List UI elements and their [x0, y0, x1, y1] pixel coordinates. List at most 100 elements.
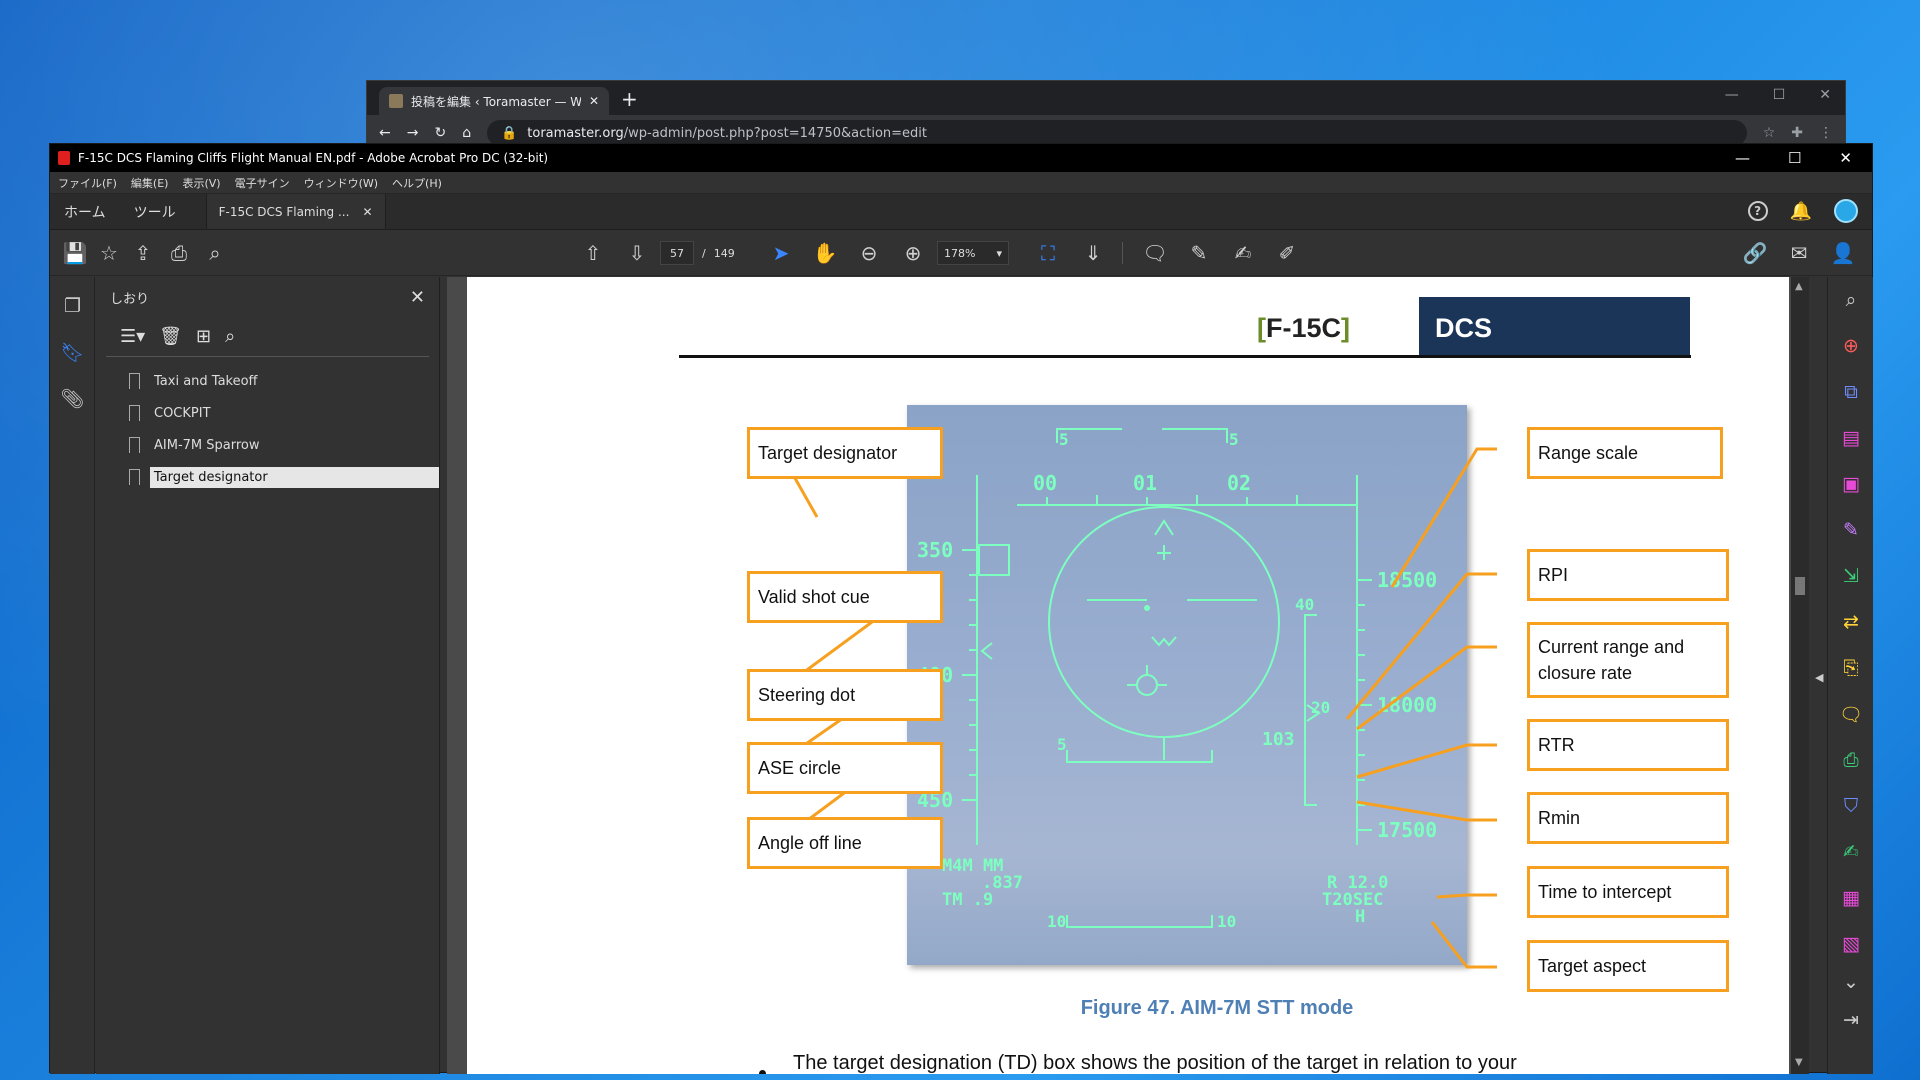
bookmark-list: Taxi and Takeoff COCKPIT AIM-7M Sparrow …: [96, 357, 439, 493]
fill-sign-icon[interactable]: ✎: [1828, 507, 1874, 553]
avatar[interactable]: [1834, 199, 1858, 223]
header-model: [F-15C]: [1257, 313, 1351, 343]
zoom-in-icon[interactable]: ⊕: [900, 240, 926, 266]
comment-icon[interactable]: 🗨: [1142, 240, 1168, 266]
create-pdf-icon[interactable]: ⊕: [1828, 323, 1874, 369]
forward-icon[interactable]: →: [407, 125, 419, 141]
browser-tab-title: 投稿を編集 ‹ Toramaster — Word: [411, 94, 581, 109]
organize-pages-icon[interactable]: ▤: [1828, 415, 1874, 461]
close-icon[interactable]: ✕: [1819, 87, 1831, 103]
options-menu-icon[interactable]: ☰▾: [120, 326, 145, 347]
highlight-pen-icon[interactable]: ✎: [1186, 240, 1212, 266]
mail-icon[interactable]: ✉: [1786, 240, 1812, 266]
close-icon[interactable]: ✕: [363, 205, 373, 219]
browser-tab[interactable]: 投稿を編集 ‹ Toramaster — Word ✕: [379, 87, 609, 115]
menu-esign[interactable]: 電子サイン: [235, 175, 290, 191]
collapse-right-panel-icon[interactable]: ◀: [1815, 671, 1823, 684]
scroll-thumb[interactable]: [1795, 577, 1805, 595]
edit-text-icon[interactable]: ✐: [1274, 240, 1300, 266]
add-user-icon[interactable]: 👤: [1830, 240, 1856, 266]
attachment-icon[interactable]: 📎︎: [50, 375, 95, 421]
bookmark-item[interactable]: COCKPIT: [96, 397, 439, 429]
figure-caption: Figure 47. AIM-7M STT mode: [1080, 997, 1354, 1019]
zoom-search-icon[interactable]: ⌕: [1828, 277, 1874, 323]
bookmarks-panel: しおり ✕ ☰▾ 🗑︎ ⊞ ⌕ Taxi and Takeoff COCKPIT…: [96, 277, 440, 1074]
prepare-form-icon[interactable]: ▦: [1828, 875, 1874, 921]
navigation-rail: ❐ 🔖︎ 📎︎: [50, 277, 95, 1074]
comment-icon[interactable]: 🗨: [1828, 691, 1874, 737]
maximize-icon[interactable]: ☐: [1788, 149, 1801, 167]
edit-pdf-icon[interactable]: ▣: [1828, 461, 1874, 507]
minimize-icon[interactable]: —: [1725, 87, 1739, 103]
upload-cloud-icon[interactable]: ⇪: [130, 240, 156, 266]
tab-home[interactable]: ホーム: [50, 194, 120, 229]
bell-icon[interactable]: 🔔: [1790, 201, 1812, 222]
scan-ocr-icon[interactable]: ⎙: [1828, 737, 1874, 783]
home-icon[interactable]: ⌂: [462, 125, 471, 141]
tab-tools[interactable]: ツール: [120, 194, 190, 229]
bookmark-label: COCKPIT: [154, 405, 211, 421]
search-icon[interactable]: ⌕: [202, 240, 228, 266]
maximize-icon[interactable]: ☐: [1773, 87, 1786, 103]
tab-document[interactable]: F-15C DCS Flaming ... ✕: [205, 194, 386, 229]
request-signature-icon[interactable]: ✍: [1828, 829, 1874, 875]
help-icon[interactable]: ?: [1747, 201, 1768, 221]
acrobat-window: F-15C DCS Flaming Cliffs Flight Manual E…: [49, 143, 1874, 1074]
hud-rpi-40: 40: [1295, 595, 1314, 614]
zoom-out-icon[interactable]: ⊖: [856, 240, 882, 266]
send-for-comment-icon[interactable]: ⎘: [1828, 645, 1874, 691]
export-pdf-icon[interactable]: ⇲: [1828, 553, 1874, 599]
page-down-icon[interactable]: ⇩: [624, 240, 650, 266]
star-icon[interactable]: ☆: [96, 240, 122, 266]
scroll-down-icon[interactable]: ▼: [1795, 1057, 1803, 1068]
menu-window[interactable]: ウィンドウ(W): [304, 175, 378, 191]
page-separator: /: [702, 246, 706, 260]
page-up-icon[interactable]: ⇧: [580, 240, 606, 266]
fit-page-icon[interactable]: ⛶: [1035, 240, 1061, 266]
redact-icon[interactable]: ▧: [1828, 921, 1874, 967]
close-icon[interactable]: ✕: [589, 94, 599, 108]
bookmark-icon: [129, 405, 140, 421]
new-tab-button[interactable]: +: [621, 87, 638, 111]
document-viewport[interactable]: [F-15C] DCS 5 5 00 01 02 350 450 18500 1…: [447, 277, 1792, 1074]
hud-symbology: 5 5 00 01 02 350 400 450 18500 18000 175…: [917, 428, 1437, 931]
menu-edit[interactable]: 編集(E): [131, 175, 169, 191]
link-icon[interactable]: 🔗: [1742, 240, 1768, 266]
protect-icon[interactable]: ⛉: [1828, 783, 1874, 829]
bookmark-icon[interactable]: 🔖︎: [50, 329, 95, 375]
scroll-mode-icon[interactable]: ⇓: [1080, 240, 1106, 266]
hud-bottom-right-2: T20SEC: [1322, 890, 1383, 910]
menu-help[interactable]: ヘルプ(H): [392, 175, 442, 191]
star-icon[interactable]: ☆: [1763, 125, 1776, 141]
hud-right-17500: 17500: [1377, 818, 1437, 842]
scroll-up-icon[interactable]: ▲: [1795, 281, 1803, 292]
back-icon[interactable]: ←: [379, 125, 391, 141]
minimize-icon[interactable]: —: [1735, 149, 1750, 167]
menu-icon[interactable]: ⋮: [1819, 125, 1833, 141]
vertical-scrollbar[interactable]: ▲ ▼: [1791, 277, 1809, 1074]
bookmark-item[interactable]: Taxi and Takeoff: [96, 365, 439, 397]
compare-icon[interactable]: ⇄: [1828, 599, 1874, 645]
bookmark-item-selected[interactable]: Target designator: [96, 461, 439, 493]
zoom-select[interactable]: 178% ▾: [937, 241, 1009, 265]
pages-icon[interactable]: ❐: [50, 283, 95, 329]
find-bookmark-icon[interactable]: ⌕: [225, 326, 235, 347]
print-icon[interactable]: ⎙: [166, 240, 192, 266]
chevron-down-icon[interactable]: ⌄: [1828, 967, 1874, 997]
bookmark-item[interactable]: AIM-7M Sparrow: [96, 429, 439, 461]
combine-files-icon[interactable]: ⧉: [1828, 369, 1874, 415]
menu-file[interactable]: ファイル(F): [58, 175, 117, 191]
close-icon[interactable]: ✕: [1839, 149, 1852, 167]
close-icon[interactable]: ✕: [410, 287, 425, 308]
expand-panel-icon[interactable]: ⇥: [1828, 997, 1874, 1043]
hand-tool-icon[interactable]: ✋: [812, 240, 838, 266]
sign-icon[interactable]: ✍: [1230, 240, 1256, 266]
save-icon[interactable]: 💾: [62, 240, 88, 266]
delete-icon[interactable]: 🗑︎: [159, 326, 182, 347]
page-number-input[interactable]: 57: [660, 241, 694, 265]
select-cursor-icon[interactable]: ➤: [768, 240, 794, 266]
puzzle-icon[interactable]: ✚: [1791, 125, 1803, 141]
menu-view[interactable]: 表示(V): [182, 175, 220, 191]
new-bookmark-icon[interactable]: ⊞: [196, 326, 211, 347]
reload-icon[interactable]: ↻: [434, 125, 446, 141]
